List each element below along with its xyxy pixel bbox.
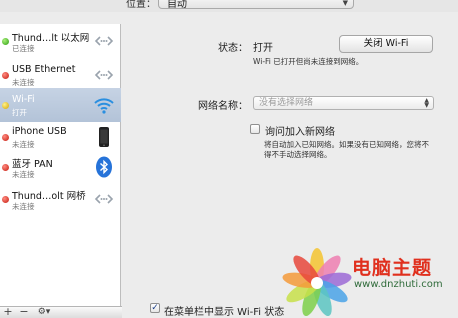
status-dot-icon [2,134,9,141]
select-arrows-icon: ▲▼ [342,0,348,7]
service-status: 已连接 [12,44,35,53]
watermark-title: 电脑主题 [352,257,433,279]
network-name-label: 网络名称： [198,101,248,112]
service-status: 未连接 [12,202,35,211]
service-name: Thund…lt 以太网 [12,33,90,44]
service-status: 打开 [12,108,27,117]
service-bluetooth-pan[interactable]: 蓝牙 PAN 未连接 [0,150,121,184]
sidebar-toolbar: + − ⚙▾ [0,305,122,318]
show-menu-bar-label: 在菜单栏中显示 Wi-Fi 状态 [164,307,285,318]
service-thunderbolt-ethernet[interactable]: Thund…lt 以太网 已连接 [0,24,121,58]
ask-join-help-line2: 得不手动选择网络。 [264,150,332,159]
service-name: Wi-Fi [12,94,35,105]
ask-join-checkbox[interactable] [250,124,260,134]
arrows-icon [94,194,114,204]
status-value: 打开 [253,43,273,54]
service-wifi[interactable]: Wi-Fi 打开 [0,88,121,122]
remove-service-button[interactable]: − [17,305,31,318]
status-dot-icon [2,196,9,203]
flower-logo-icon [282,248,352,317]
add-service-button[interactable]: + [1,305,15,318]
service-status: 未连接 [12,140,35,149]
iphone-icon [99,127,109,147]
watermark: 电脑主题 www.dnzhuti.com [282,247,458,318]
status-dot-icon [2,102,9,109]
bluetooth-icon [96,156,112,178]
location-value: 自动 [167,0,187,10]
show-menu-bar-checkbox[interactable]: ✓ [150,303,160,313]
select-arrows-icon: ▲▼ [424,97,429,109]
turn-off-wifi-button[interactable]: 关闭 Wi-Fi [339,35,433,53]
status-description: Wi-Fi 已打开但尚未连接到网络。 [253,57,364,66]
toolbar: 位置： 自动 ▲▼ [0,0,458,12]
network-name-placeholder: 没有选择网络 [259,98,314,108]
location-label: 位置： [126,0,156,10]
service-thunderbolt-bridge[interactable]: Thund…olt 网桥 未连接 [0,182,121,216]
service-iphone-usb[interactable]: iPhone USB 未连接 [0,120,121,154]
service-status: 未连接 [12,78,35,87]
arrows-icon [94,70,114,80]
ask-join-label: 询问加入新网络 [265,127,335,138]
service-usb-ethernet[interactable]: USB Ethernet 未连接 [0,58,121,92]
service-name: USB Ethernet [12,64,76,75]
watermark-url: www.dnzhuti.com [354,279,443,290]
status-dot-icon [2,72,9,79]
service-name: 蓝牙 PAN [12,159,53,170]
status-dot-icon [2,164,9,171]
status-dot-icon [2,38,9,45]
action-gear-button[interactable]: ⚙▾ [33,307,55,317]
wifi-icon [94,98,114,114]
arrows-icon [94,36,114,46]
network-name-select[interactable]: 没有选择网络 ▲ ▼ [253,96,434,110]
service-name: Thund…olt 网桥 [12,191,86,202]
status-label: 状态： [218,43,248,54]
location-select[interactable]: 自动 ▲▼ [158,0,354,10]
service-status: 未连接 [12,170,35,179]
service-list: Thund…lt 以太网 已连接 USB Ethernet 未连接 Wi-Fi … [0,24,121,306]
service-name: iPhone USB [12,126,67,137]
